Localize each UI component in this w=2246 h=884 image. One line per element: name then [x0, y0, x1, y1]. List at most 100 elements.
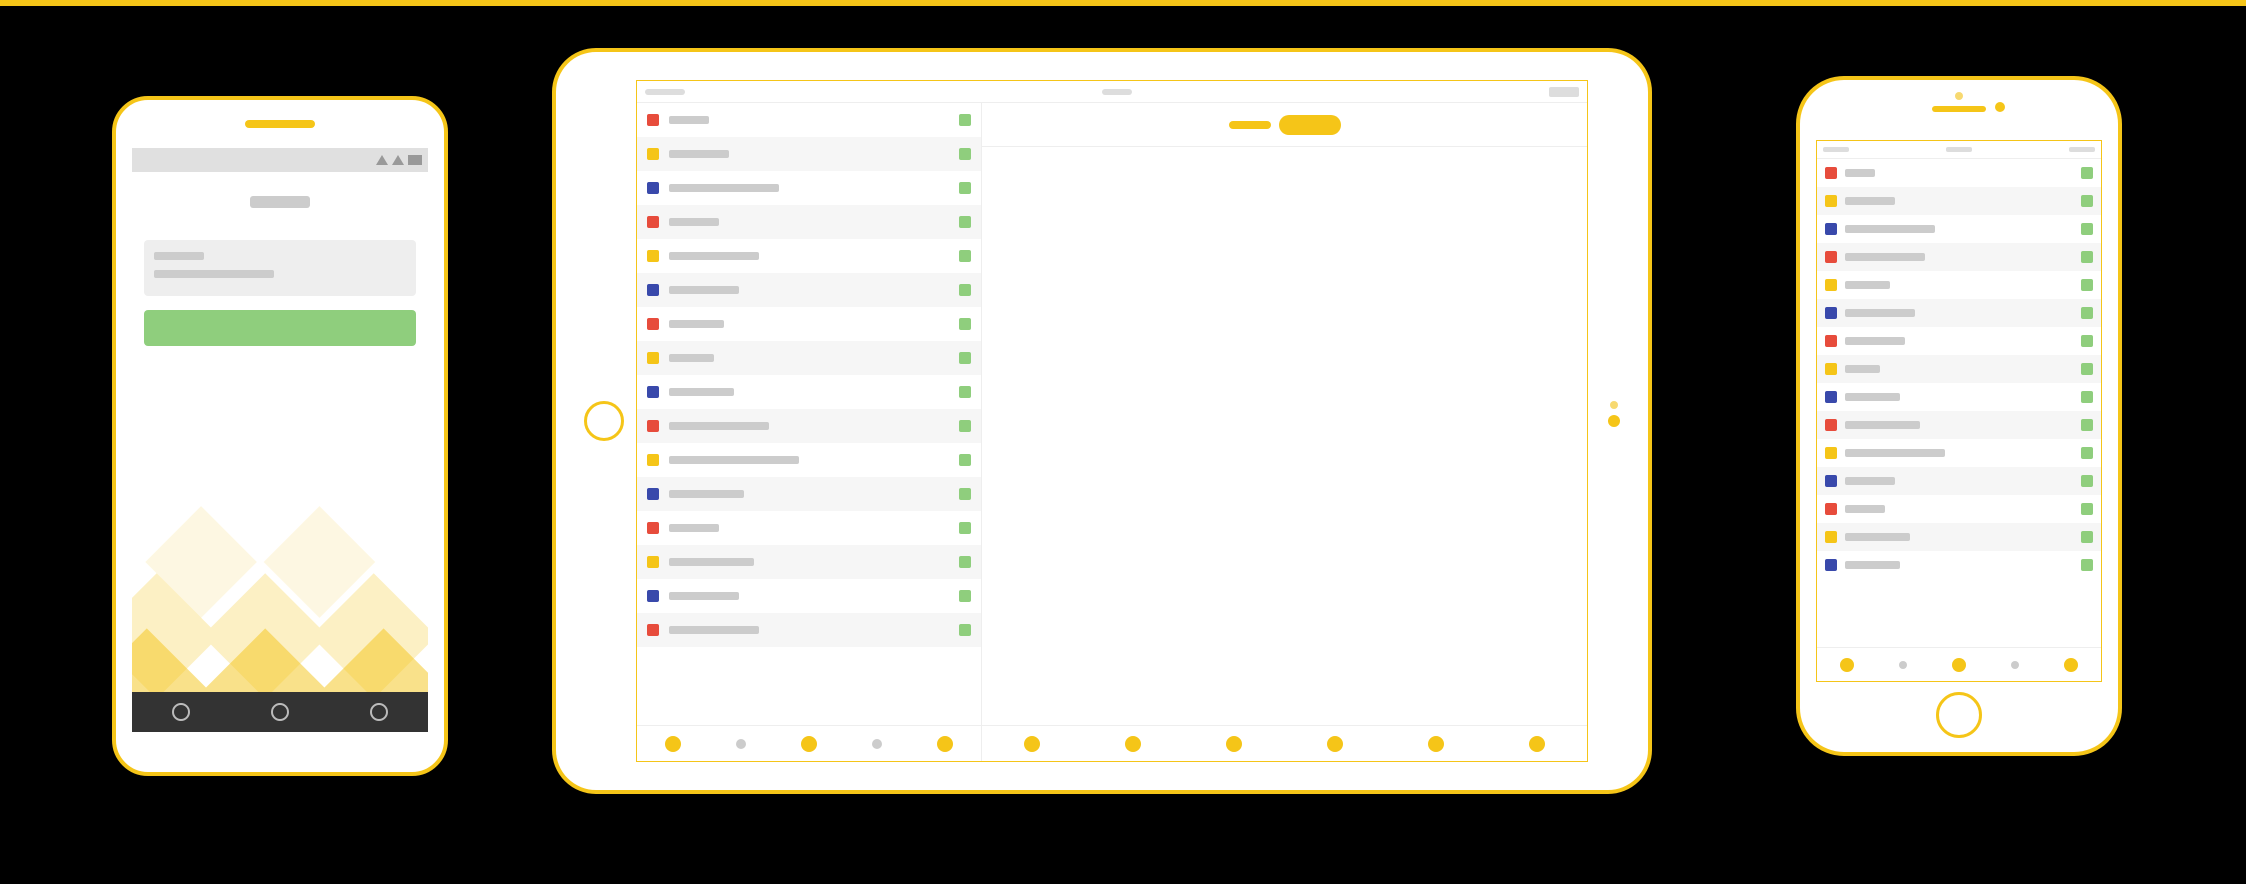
iphone-home-button[interactable] — [1936, 692, 1982, 738]
item-label — [1845, 533, 1910, 541]
color-tag-icon — [1825, 447, 1837, 459]
list-item[interactable] — [1817, 355, 2101, 383]
item-label — [1845, 505, 1885, 513]
list-item[interactable] — [637, 511, 981, 545]
tablet-camera — [1608, 415, 1620, 427]
tablet-status-bar — [637, 81, 1587, 103]
list-item[interactable] — [637, 205, 981, 239]
list-item[interactable] — [1817, 299, 2101, 327]
battery-icon — [408, 155, 422, 165]
list-item[interactable] — [1817, 159, 2101, 187]
card-label-1 — [154, 252, 204, 260]
nav-back-button[interactable] — [172, 703, 190, 721]
item-label — [1845, 393, 1900, 401]
list-item[interactable] — [637, 341, 981, 375]
list-item[interactable] — [1817, 243, 2101, 271]
color-tag-icon — [1825, 363, 1837, 375]
list-item[interactable] — [1817, 439, 2101, 467]
list-item[interactable] — [1817, 467, 2101, 495]
color-tag-icon — [1825, 195, 1837, 207]
color-tag-icon — [1825, 223, 1837, 235]
tab-item[interactable] — [1024, 736, 1040, 752]
tab-item[interactable] — [1428, 736, 1444, 752]
color-tag-icon — [1825, 475, 1837, 487]
color-tag-icon — [647, 352, 659, 364]
tablet-home-button[interactable] — [584, 401, 624, 441]
item-label — [669, 626, 759, 634]
tab-item[interactable] — [2064, 658, 2078, 672]
segment-option-1[interactable] — [1229, 121, 1271, 129]
list-item[interactable] — [637, 443, 981, 477]
card-label-2 — [154, 270, 274, 278]
tab-item[interactable] — [736, 739, 746, 749]
color-tag-icon — [1825, 419, 1837, 431]
color-tag-icon — [647, 590, 659, 602]
tab-item[interactable] — [1840, 658, 1854, 672]
tab-item[interactable] — [937, 736, 953, 752]
tab-item[interactable] — [1952, 658, 1966, 672]
list-item[interactable] — [637, 545, 981, 579]
item-label — [669, 592, 739, 600]
list-item[interactable] — [637, 137, 981, 171]
tab-item[interactable] — [1899, 661, 1907, 669]
tab-item[interactable] — [1327, 736, 1343, 752]
tab-item[interactable] — [1529, 736, 1545, 752]
tablet-master-list — [637, 103, 982, 761]
list-item[interactable] — [1817, 187, 2101, 215]
segment-option-2-selected[interactable] — [1279, 115, 1341, 135]
status-indicator-icon — [2081, 251, 2093, 263]
list-item[interactable] — [637, 307, 981, 341]
list-item[interactable] — [637, 171, 981, 205]
nav-home-button[interactable] — [271, 703, 289, 721]
list-item[interactable] — [637, 579, 981, 613]
status-indicator-icon — [959, 420, 971, 432]
list-item[interactable] — [1817, 551, 2101, 579]
status-indicator-icon — [959, 590, 971, 602]
list-item[interactable] — [637, 273, 981, 307]
tab-item[interactable] — [1125, 736, 1141, 752]
list-item[interactable] — [637, 409, 981, 443]
list-item[interactable] — [1817, 383, 2101, 411]
item-label — [669, 218, 719, 226]
page-accent-bar — [0, 0, 2246, 6]
item-label — [1845, 477, 1895, 485]
color-tag-icon — [1825, 307, 1837, 319]
list-scroll[interactable] — [637, 103, 981, 725]
status-indicator-icon — [959, 182, 971, 194]
color-tag-icon — [647, 216, 659, 228]
color-tag-icon — [647, 386, 659, 398]
segmented-control[interactable] — [982, 103, 1587, 147]
item-label — [669, 456, 799, 464]
color-tag-icon — [1825, 251, 1837, 263]
color-tag-icon — [647, 182, 659, 194]
list-item[interactable] — [637, 103, 981, 137]
list-item[interactable] — [637, 375, 981, 409]
tab-item[interactable] — [1226, 736, 1242, 752]
item-label — [669, 150, 729, 158]
list-scroll[interactable] — [1817, 159, 2101, 647]
nav-recent-button[interactable] — [370, 703, 388, 721]
item-label — [1845, 169, 1875, 177]
primary-button[interactable] — [144, 310, 416, 346]
list-item[interactable] — [1817, 271, 2101, 299]
list-item[interactable] — [637, 613, 981, 647]
list-item[interactable] — [1817, 215, 2101, 243]
list-item[interactable] — [1817, 411, 2101, 439]
item-label — [1845, 197, 1895, 205]
list-item[interactable] — [637, 477, 981, 511]
list-item[interactable] — [1817, 327, 2101, 355]
list-item[interactable] — [637, 239, 981, 273]
list-item[interactable] — [1817, 523, 2101, 551]
color-tag-icon — [647, 250, 659, 262]
tab-item[interactable] — [665, 736, 681, 752]
tab-item[interactable] — [801, 736, 817, 752]
time-placeholder — [1946, 147, 1972, 152]
carrier-icon — [645, 89, 685, 95]
android-earpiece — [245, 120, 315, 128]
tab-item[interactable] — [2011, 661, 2019, 669]
list-item[interactable] — [1817, 495, 2101, 523]
android-title-area — [132, 172, 428, 232]
tab-item[interactable] — [872, 739, 882, 749]
item-label — [669, 490, 744, 498]
iphone-sensor — [1955, 92, 1963, 100]
